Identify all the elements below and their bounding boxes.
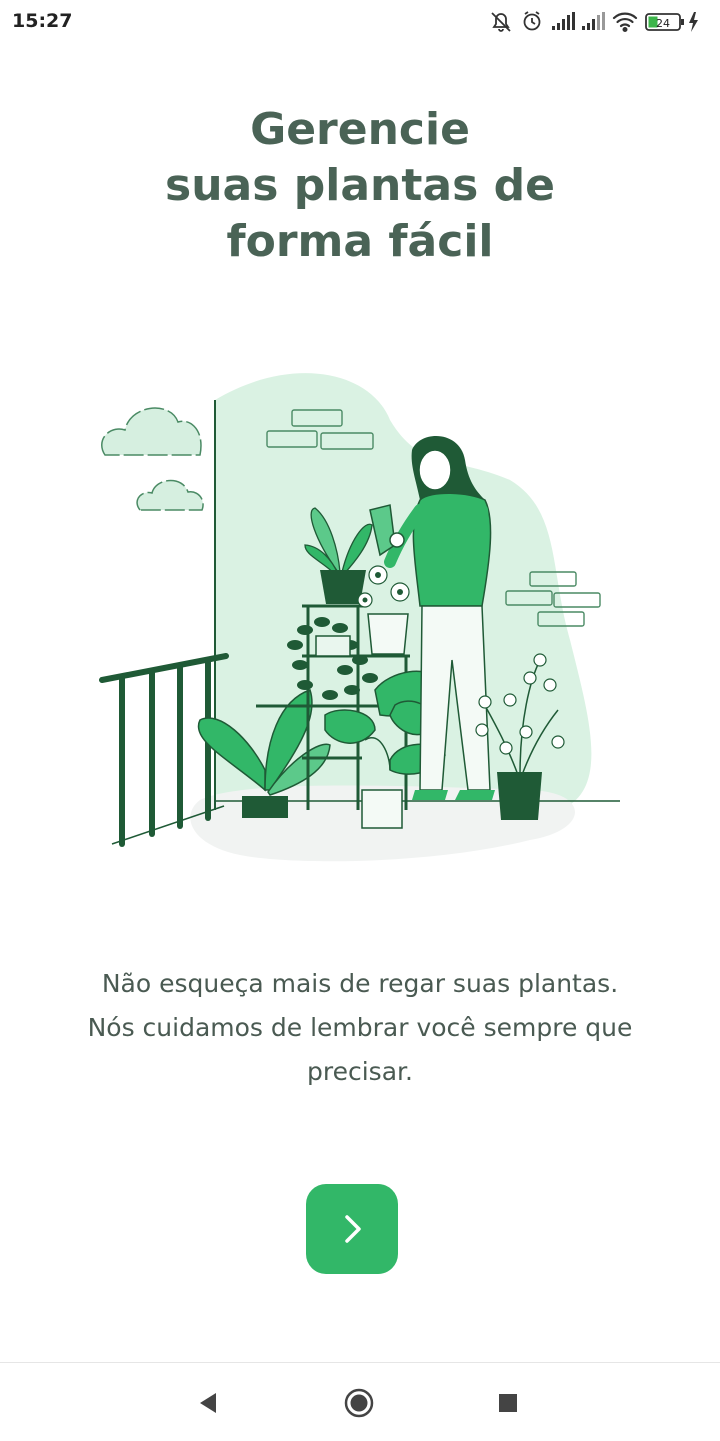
description: Não esqueça mais de regar suas plantas. … bbox=[40, 962, 680, 1094]
home-icon bbox=[344, 1388, 374, 1418]
status-bar: 15:27 24 bbox=[0, 0, 720, 44]
status-icons: 24 bbox=[491, 11, 698, 33]
title-line: suas plantas de bbox=[165, 160, 555, 211]
alarm-icon bbox=[523, 11, 541, 31]
bell-off-icon bbox=[491, 12, 511, 32]
watering-plants-illustration bbox=[99, 373, 620, 862]
charging-icon bbox=[689, 12, 698, 32]
signal-icon-2 bbox=[582, 12, 605, 30]
wifi-icon bbox=[612, 12, 638, 33]
description-line: precisar. bbox=[307, 1057, 413, 1086]
title-line: forma fácil bbox=[226, 216, 494, 267]
chevron-right-icon bbox=[345, 1215, 361, 1243]
title-line: Gerencie bbox=[250, 104, 470, 155]
recents-button[interactable] bbox=[486, 1381, 530, 1425]
recents-icon bbox=[499, 1394, 517, 1412]
next-button[interactable] bbox=[306, 1184, 398, 1274]
battery-level: 24 bbox=[656, 17, 670, 30]
status-time: 15:27 bbox=[12, 10, 73, 32]
balcony-railing bbox=[99, 653, 229, 847]
signal-icon bbox=[552, 12, 575, 30]
back-button[interactable] bbox=[186, 1381, 230, 1425]
page-title: Gerencie suas plantas de forma fácil bbox=[0, 102, 720, 270]
description-line: Não esqueça mais de regar suas plantas. bbox=[101, 969, 619, 998]
battery-icon: 24 bbox=[645, 13, 684, 31]
back-icon bbox=[200, 1393, 216, 1413]
navigation-bar bbox=[0, 1362, 720, 1441]
description-line: Nós cuidamos de lembrar você sempre que bbox=[87, 1013, 633, 1042]
home-button[interactable] bbox=[337, 1381, 381, 1425]
cloud-icon bbox=[101, 407, 204, 511]
